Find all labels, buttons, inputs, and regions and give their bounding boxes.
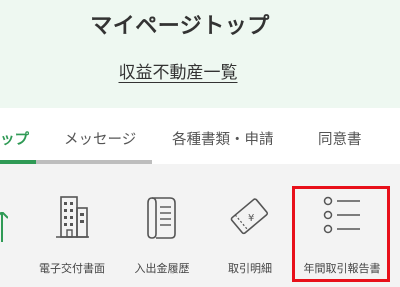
- tab-top[interactable]: ップ: [0, 128, 29, 149]
- arrow-up-icon: [0, 212, 8, 242]
- tile-label: 年間取引報告書: [303, 262, 381, 275]
- building-icon: [56, 196, 89, 238]
- svg-text:¥: ¥: [248, 213, 254, 224]
- tab-documents[interactable]: 各種書類・申請: [172, 128, 274, 149]
- yen-ticket-icon: ¥: [230, 198, 269, 235]
- menu-tiles: 電子交付書面 入出金履歴 ¥ 取引明細 年間取引報告書: [0, 164, 400, 287]
- property-list-link[interactable]: 収益不動産一覧: [0, 58, 356, 83]
- tab-consent[interactable]: 同意書: [318, 128, 362, 149]
- tile-electronic-documents[interactable]: 電子交付書面: [26, 164, 118, 287]
- tab-messages[interactable]: メッセージ: [64, 128, 136, 149]
- tile-label: 入出金履歴: [134, 262, 190, 275]
- tile-annual-report[interactable]: 年間取引報告書: [294, 164, 390, 287]
- scroll-icon: [147, 197, 176, 239]
- header-band: マイページトップ 収益不動産一覧: [0, 0, 400, 108]
- tile-label: 電子交付書面: [39, 262, 105, 275]
- tile-deposit-history[interactable]: 入出金履歴: [118, 164, 206, 287]
- list-icon: [323, 196, 360, 234]
- tile-label: 取引明細: [228, 262, 272, 275]
- tile-transaction-details[interactable]: ¥ 取引明細: [206, 164, 294, 287]
- tab-bar: ップ メッセージ 各種書類・申請 同意書: [0, 108, 400, 164]
- page-title: マイページトップ: [90, 14, 270, 39]
